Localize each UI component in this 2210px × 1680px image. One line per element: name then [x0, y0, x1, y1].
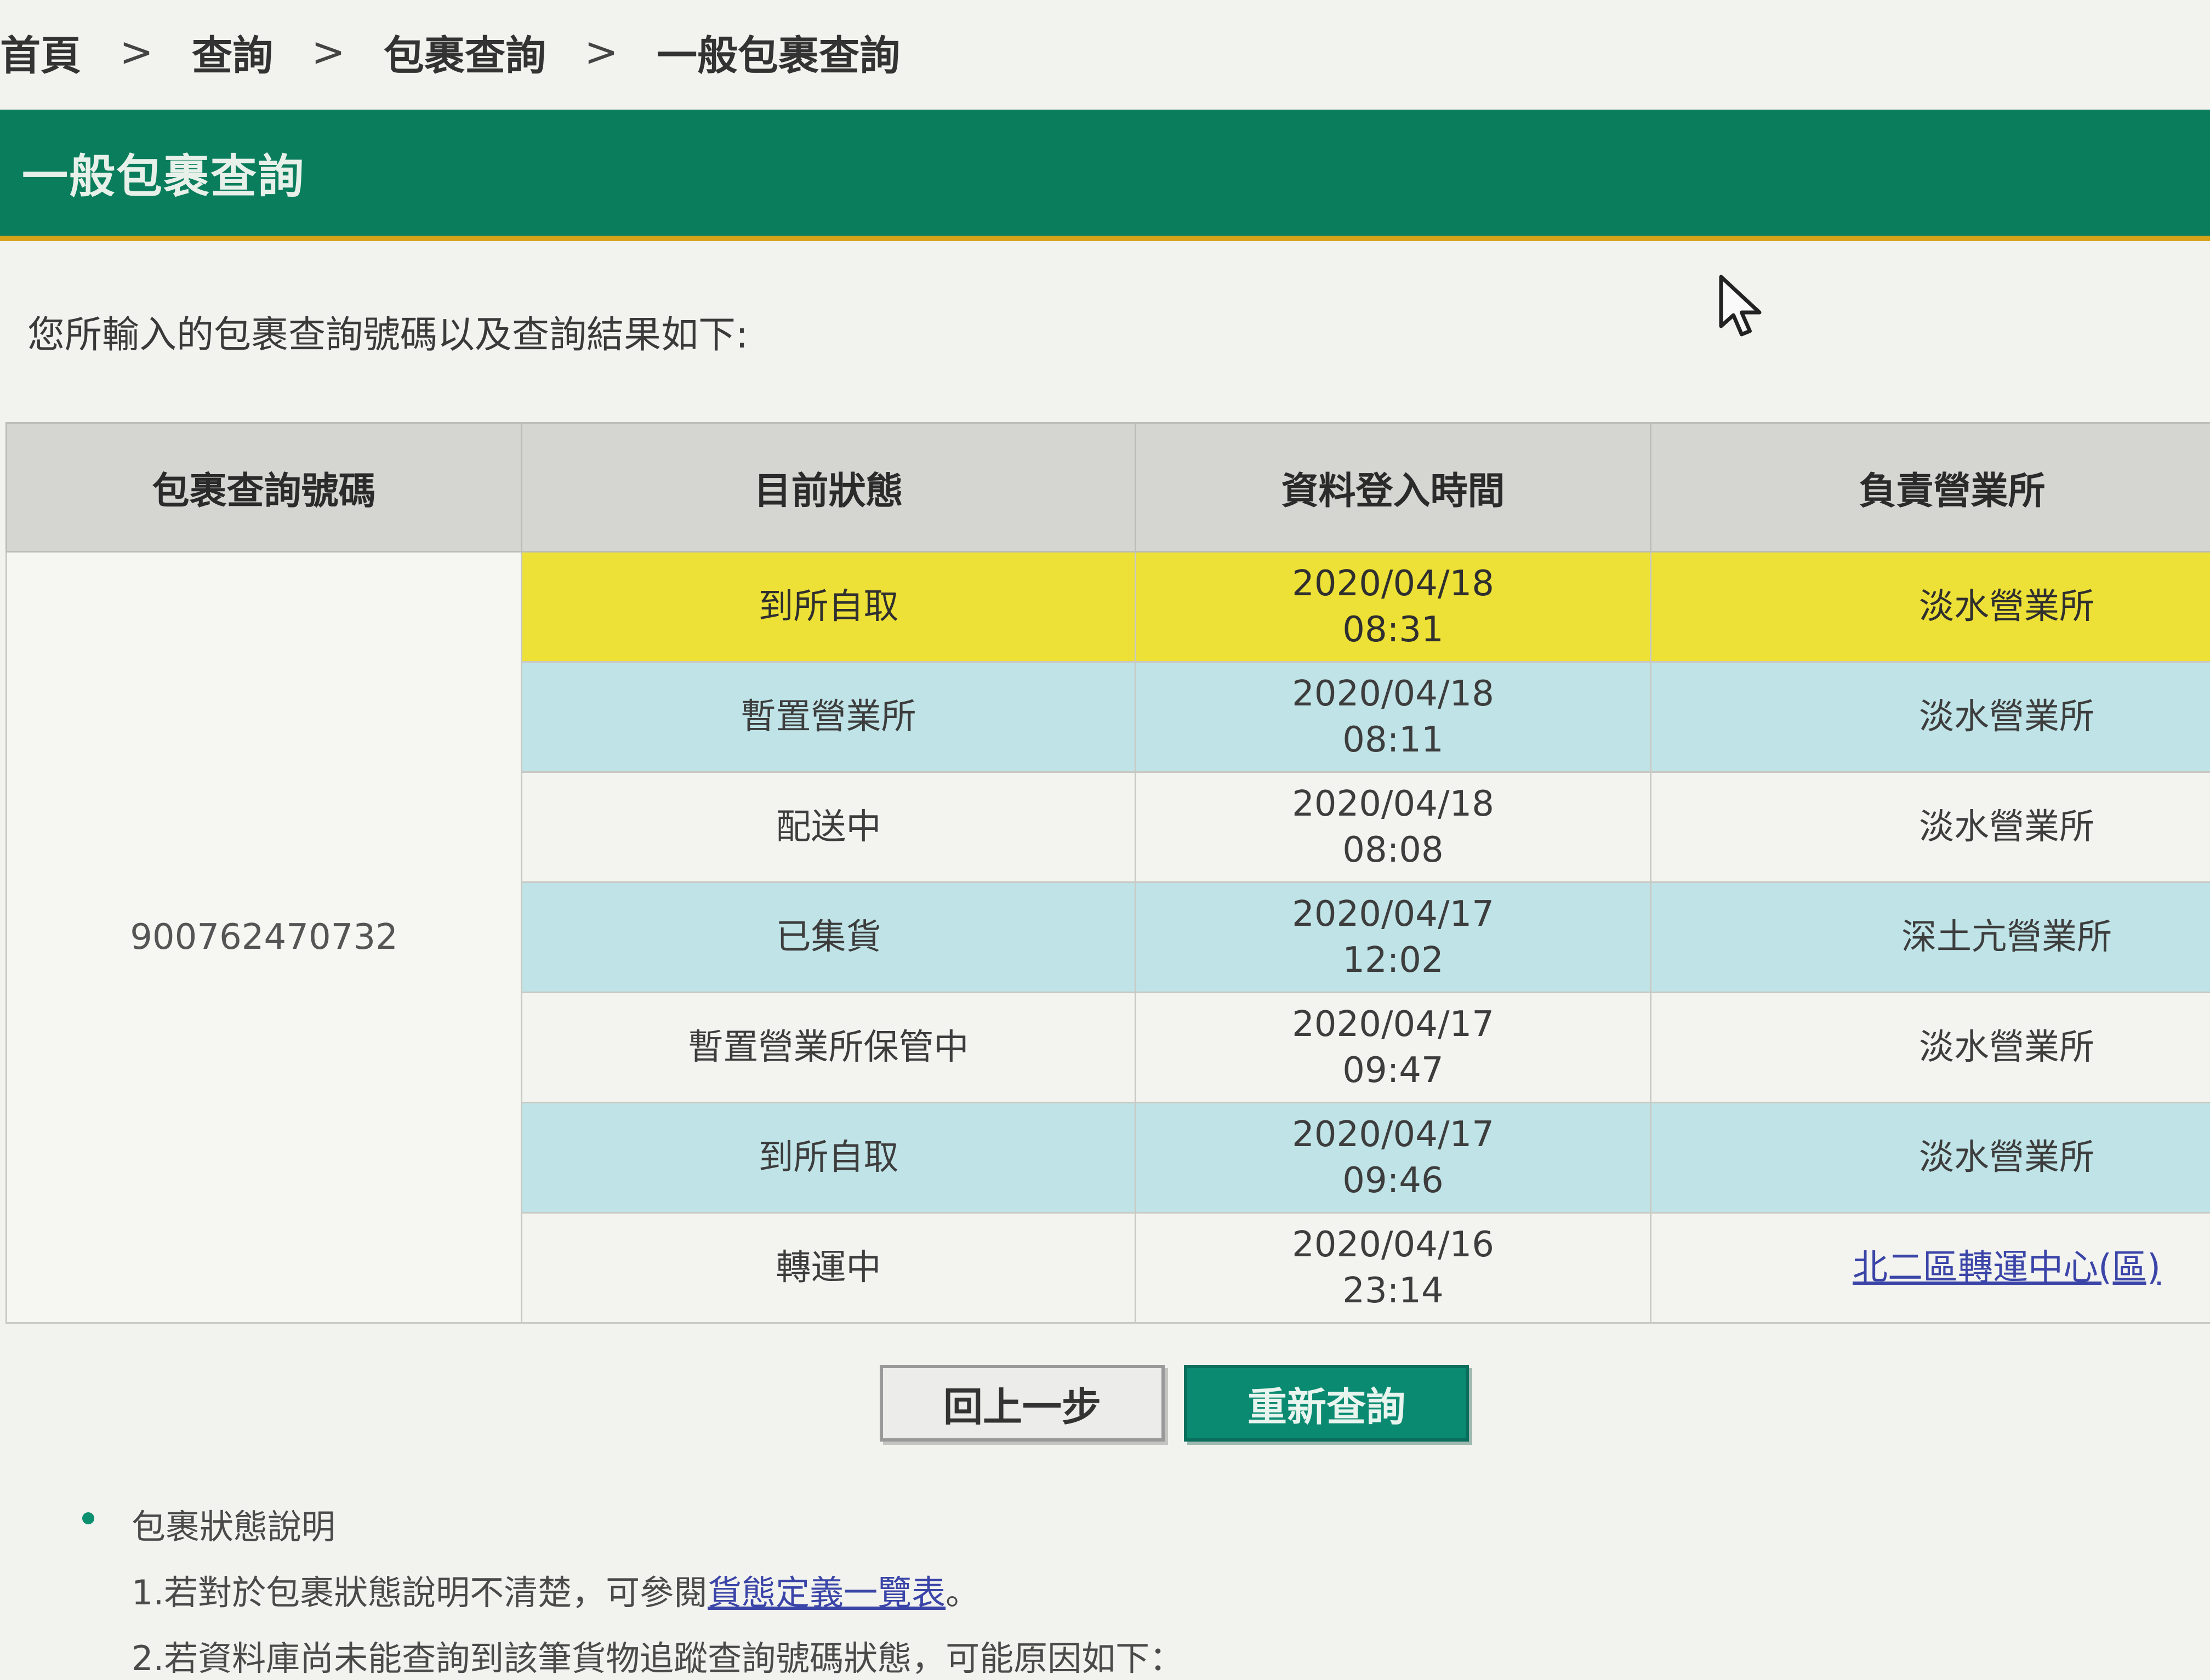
- date-text: 2020/04/17: [1292, 1114, 1494, 1155]
- breadcrumb-parcel-query[interactable]: 包裹查詢: [384, 23, 546, 82]
- note-1-prefix: 1.若對於包裹狀態說明不清楚，可參閱: [132, 1573, 708, 1613]
- bullet-dot-icon: [82, 1512, 94, 1524]
- mouse-cursor-icon: [1716, 274, 1770, 340]
- status-cell: 已集貨: [522, 882, 1136, 993]
- time-cell: 2020/04/18 08:31: [1136, 552, 1651, 662]
- note-line-2: 2.若資料庫尚未能查詢到該筆貨物追蹤查詢號碼狀態，可能原因如下：: [82, 1631, 1183, 1680]
- breadcrumb-query[interactable]: 查詢: [192, 23, 273, 82]
- breadcrumb-separator: >: [311, 29, 345, 76]
- note-line-1: 1.若對於包裹狀態說明不清楚，可參閱貨態定義一覽表。: [82, 1565, 1183, 1614]
- breadcrumb-separator: >: [119, 29, 153, 76]
- time-text: 12:02: [1342, 940, 1443, 981]
- page-header-bar: 一般包裹查詢: [0, 110, 2210, 241]
- time-text: 08:11: [1342, 720, 1443, 760]
- office-cell: 淡水營業所: [1651, 993, 2210, 1103]
- table-row: 900762470732 到所自取 2020/04/1808:31 淡水營業所: [7, 552, 2210, 662]
- date-text: 2020/04/18: [1292, 784, 1494, 824]
- breadcrumb: 首頁 > 查詢 > 包裹查詢 > 一般包裹查詢: [0, 11, 900, 93]
- status-definition-link[interactable]: 貨態定義一覽表: [708, 1573, 945, 1613]
- office-cell: 淡水營業所: [1651, 1103, 2210, 1213]
- requery-button[interactable]: 重新查詢: [1184, 1365, 1469, 1442]
- notes-heading-line: 包裹狀態說明: [82, 1499, 1183, 1548]
- office-cell: 淡水營業所: [1651, 552, 2210, 662]
- note-1-suffix: 。: [945, 1573, 979, 1613]
- header-tracking-number: 包裹查詢號碼: [7, 423, 522, 552]
- tracking-number-cell: 900762470732: [7, 552, 522, 1323]
- status-cell: 到所自取: [522, 552, 1136, 662]
- breadcrumb-home[interactable]: 首頁: [0, 23, 81, 82]
- notes-section: 包裹狀態說明 1.若對於包裹狀態說明不清楚，可參閱貨態定義一覽表。 2.若資料庫…: [82, 1499, 1183, 1680]
- transit-center-link[interactable]: 北二區轉運中心(區): [1853, 1248, 2161, 1288]
- time-cell: 2020/04/18 08:11: [1136, 662, 1651, 772]
- header-login-time: 資料登入時間: [1136, 423, 1651, 552]
- notes-heading: 包裹狀態說明: [132, 1507, 335, 1547]
- breadcrumb-current: 一般包裹查詢: [657, 23, 900, 82]
- office-cell: 淡水營業所: [1651, 772, 2210, 882]
- date-text: 2020/04/17: [1292, 1004, 1494, 1045]
- time-cell: 2020/04/16 23:14: [1136, 1213, 1651, 1323]
- time-text: 09:47: [1342, 1050, 1443, 1091]
- breadcrumb-separator: >: [584, 29, 618, 76]
- office-cell: 深土亢營業所: [1651, 882, 2210, 993]
- date-text: 2020/04/17: [1292, 894, 1494, 935]
- time-cell: 2020/04/17 09:46: [1136, 1103, 1651, 1213]
- intro-text: 您所輸入的包裹查詢號碼以及查詢結果如下:: [27, 304, 748, 358]
- time-cell: 2020/04/18 08:08: [1136, 772, 1651, 882]
- table-header-row: 包裹查詢號碼 目前狀態 資料登入時間 負責營業所: [7, 423, 2210, 552]
- header-responsible-office: 負責營業所: [1651, 423, 2210, 552]
- back-button[interactable]: 回上一步: [880, 1365, 1165, 1442]
- date-text: 2020/04/18: [1292, 674, 1494, 714]
- time-cell: 2020/04/17 12:02: [1136, 882, 1651, 993]
- time-text: 23:14: [1342, 1271, 1443, 1311]
- status-cell: 暫置營業所: [522, 662, 1136, 772]
- time-cell: 2020/04/17 09:47: [1136, 993, 1651, 1103]
- header-current-status: 目前狀態: [522, 423, 1136, 552]
- office-cell: 淡水營業所: [1651, 662, 2210, 772]
- status-cell: 配送中: [522, 772, 1136, 882]
- office-cell: 北二區轉運中心(區): [1651, 1213, 2210, 1323]
- tracking-result-table: 包裹查詢號碼 目前狀態 資料登入時間 負責營業所 900762470732 到所…: [5, 422, 2210, 1324]
- status-cell: 到所自取: [522, 1103, 1136, 1213]
- time-text: 09:46: [1342, 1160, 1443, 1201]
- time-text: 08:31: [1342, 610, 1443, 650]
- status-cell: 轉運中: [522, 1213, 1136, 1323]
- date-text: 2020/04/16: [1292, 1225, 1494, 1265]
- page-title: 一般包裹查詢: [22, 140, 305, 206]
- status-cell: 暫置營業所保管中: [522, 993, 1136, 1103]
- date-text: 2020/04/18: [1292, 563, 1494, 604]
- time-text: 08:08: [1342, 830, 1443, 870]
